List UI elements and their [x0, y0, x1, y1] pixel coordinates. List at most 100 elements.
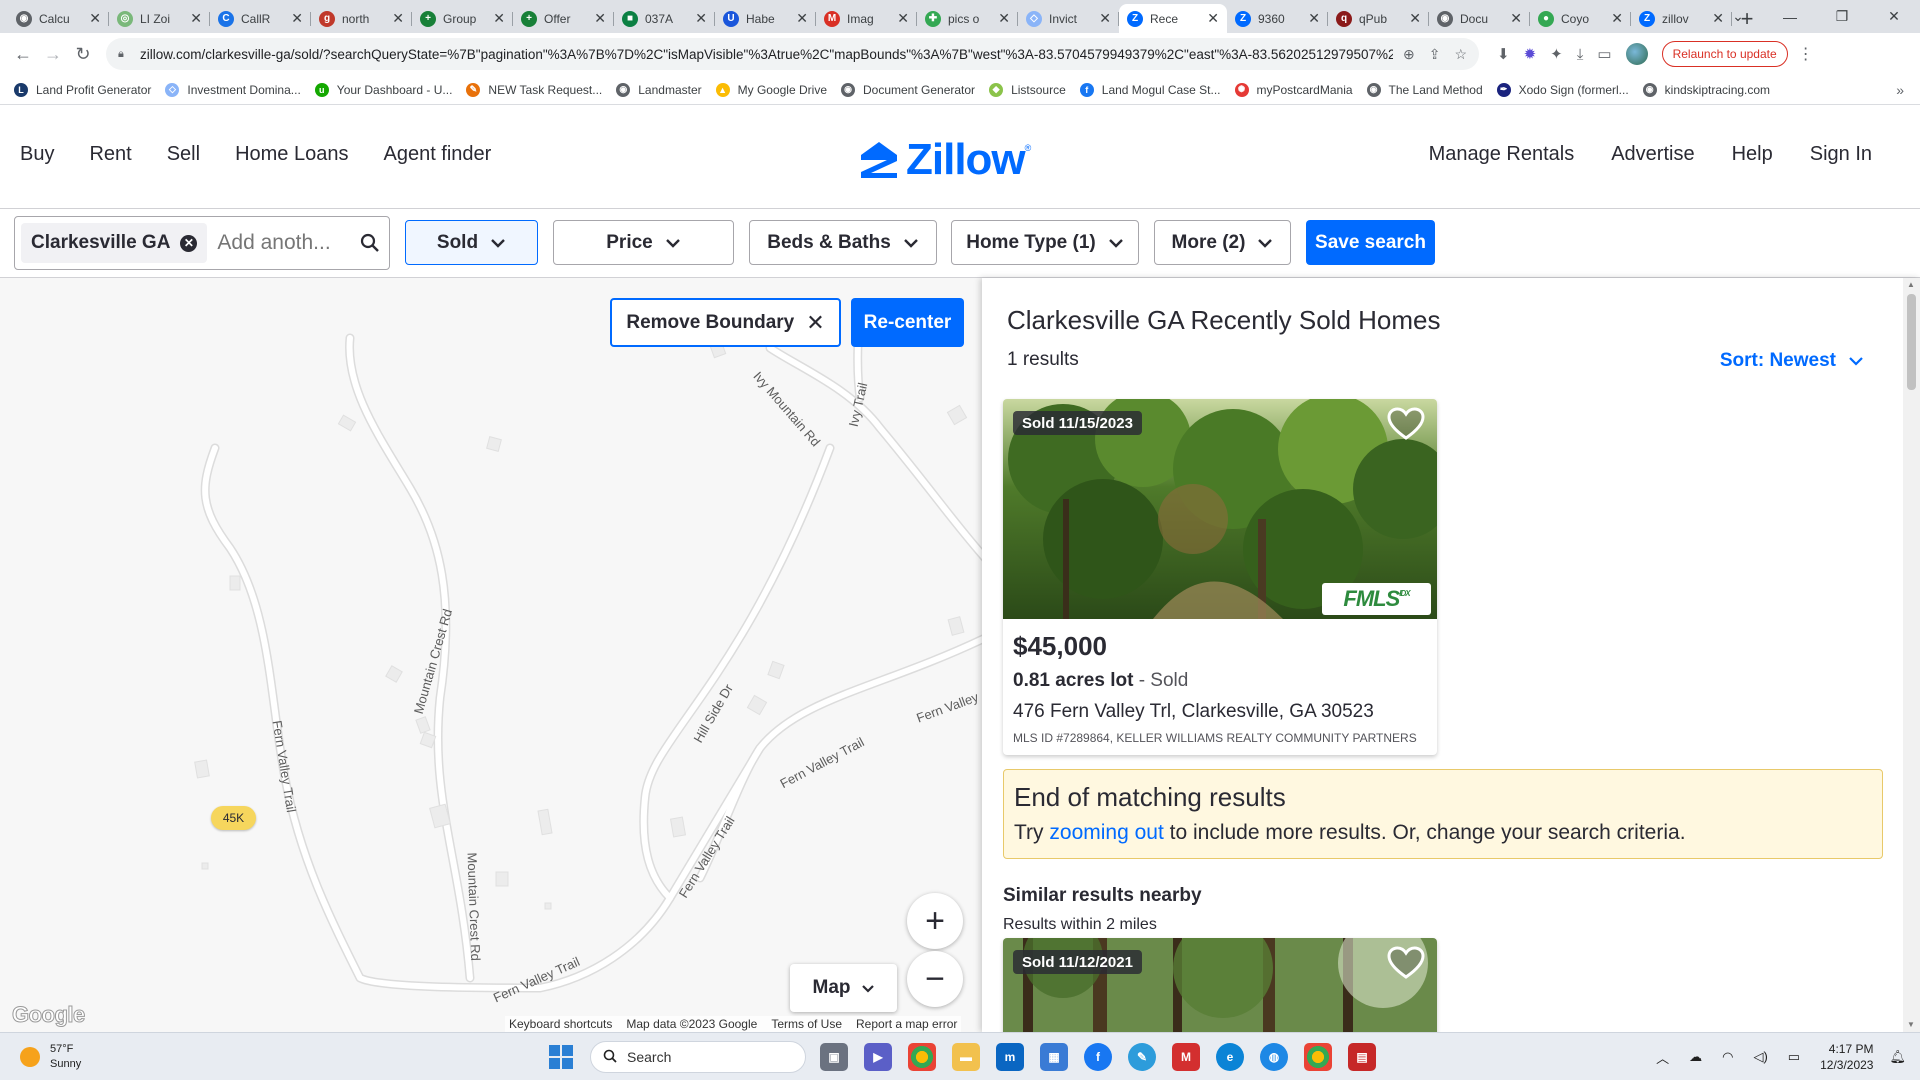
browser-tab[interactable]: + Group ✕: [412, 4, 513, 33]
close-tab-icon[interactable]: ✕: [695, 10, 707, 27]
bookmark-item[interactable]: f Land Mogul Case St...: [1079, 82, 1221, 97]
bookmark-item[interactable]: ✎ NEW Task Request...: [466, 82, 602, 97]
browser-tab[interactable]: U Habe ✕: [715, 4, 816, 33]
nav-link[interactable]: Home Loans: [235, 143, 348, 166]
taskbar-search[interactable]: Search: [590, 1041, 806, 1073]
tab-search-icon[interactable]: ⌄: [1712, 0, 1764, 33]
listing-address[interactable]: 476 Fern Valley Trl, Clarkesville, GA 30…: [1013, 701, 1427, 723]
zoom-out-link[interactable]: zooming out: [1049, 821, 1163, 844]
sort-dropdown[interactable]: Sort: Newest: [1720, 350, 1864, 372]
map-footer-link[interactable]: Terms of Use: [771, 1017, 842, 1031]
notification-bell-icon[interactable]: 🔔︎: [1889, 1049, 1906, 1065]
file-explorer-icon[interactable]: ▬: [952, 1043, 980, 1071]
recenter-button[interactable]: Re-center: [851, 298, 964, 347]
similar-listing-card[interactable]: Sold 11/12/2021: [1003, 938, 1437, 1032]
close-tab-icon[interactable]: ✕: [190, 10, 202, 27]
similar-listing-photo[interactable]: Sold 11/12/2021: [1003, 938, 1437, 1032]
app-icon[interactable]: ✎: [1128, 1043, 1156, 1071]
bookmark-item[interactable]: ◆ Listsource: [989, 82, 1066, 97]
downloads-icon[interactable]: ⤓: [1577, 46, 1584, 63]
browser-tab[interactable]: M Imag ✕: [816, 4, 917, 33]
close-tab-icon[interactable]: ✕: [897, 10, 909, 27]
mcafee-icon[interactable]: M: [1172, 1043, 1200, 1071]
close-tab-icon[interactable]: ✕: [1611, 10, 1623, 27]
save-home-heart-icon[interactable]: [1387, 407, 1425, 446]
chrome-menu-icon[interactable]: ⋮: [1798, 44, 1814, 64]
maximize-button[interactable]: ❐: [1816, 0, 1868, 33]
search-icon[interactable]: [357, 233, 383, 253]
address-bar[interactable]: 🔒︎ zillow.com/clarkesville-ga/sold/?sear…: [106, 38, 1479, 70]
reload-button[interactable]: ↻: [68, 39, 98, 69]
bookmark-item[interactable]: u Your Dashboard - U...: [314, 82, 452, 97]
beds-baths-filter-button[interactable]: Beds & Baths: [749, 220, 937, 265]
teams-chat-icon[interactable]: ▶: [864, 1043, 892, 1071]
listing-photo[interactable]: Sold 11/15/2023 FMLS IDX: [1003, 399, 1437, 619]
volume-icon[interactable]: ◁): [1753, 1049, 1767, 1065]
bookmark-item[interactable]: ◉ kindskiptracing.com: [1642, 82, 1770, 97]
profile-avatar[interactable]: [1625, 43, 1648, 65]
bookmark-item[interactable]: ◉ The Land Method: [1366, 82, 1483, 97]
task-view-icon[interactable]: ▣: [820, 1043, 848, 1071]
extension-download-icon[interactable]: ⬇: [1497, 45, 1510, 63]
map-type-button[interactable]: Map: [790, 964, 897, 1012]
close-tab-icon[interactable]: ✕: [1308, 10, 1320, 27]
nav-link[interactable]: Rent: [89, 143, 131, 166]
nav-link[interactable]: Agent finder: [383, 143, 491, 166]
close-tab-icon[interactable]: ✕: [392, 10, 404, 27]
close-tab-icon[interactable]: ✕: [594, 10, 606, 27]
extensions-puzzle-icon[interactable]: ✦: [1550, 45, 1563, 63]
edge-icon[interactable]: e: [1216, 1043, 1244, 1071]
save-home-heart-icon[interactable]: [1387, 946, 1425, 985]
close-tab-icon[interactable]: ✕: [89, 10, 101, 27]
bookmarks-overflow-icon[interactable]: »: [1896, 82, 1904, 98]
browser-tab[interactable]: g north ✕: [311, 4, 412, 33]
share-icon[interactable]: ⇪: [1429, 46, 1441, 63]
price-filter-button[interactable]: Price: [553, 220, 734, 265]
clock[interactable]: 4:17 PM 12/3/2023: [1820, 1041, 1873, 1073]
price-pin[interactable]: 45K: [211, 806, 256, 830]
bookmark-item[interactable]: ◇ Investment Domina...: [165, 82, 301, 97]
weather-widget[interactable]: 57°F Sunny: [20, 1042, 81, 1072]
browser-tab[interactable]: Z 9360 ✕: [1227, 4, 1328, 33]
more-filter-button[interactable]: More (2): [1154, 220, 1291, 265]
facebook-icon[interactable]: f: [1084, 1043, 1112, 1071]
browser-tab[interactable]: ◉ Calcu ✕: [8, 4, 109, 33]
close-tab-icon[interactable]: ✕: [1510, 10, 1522, 27]
remove-chip-icon[interactable]: ✕: [180, 234, 198, 252]
scroll-up-arrow-icon[interactable]: ▲: [1907, 280, 1915, 289]
close-tab-icon[interactable]: ✕: [493, 10, 505, 27]
browser-tab[interactable]: + Offer ✕: [513, 4, 614, 33]
nav-link[interactable]: Advertise: [1611, 143, 1694, 166]
close-tab-icon[interactable]: ✕: [1099, 10, 1111, 27]
back-button[interactable]: ←: [8, 39, 38, 69]
chrome-icon[interactable]: [908, 1043, 936, 1071]
wifi-icon[interactable]: ◠: [1722, 1049, 1733, 1065]
zoom-in-button[interactable]: +: [907, 893, 963, 949]
nav-link[interactable]: Sell: [167, 143, 200, 166]
location-search[interactable]: Clarkesville GA ✕ Add anoth...: [14, 216, 390, 270]
map-view[interactable]: Ivy Mountain Rd Ivy Trail Mountain Crest…: [0, 278, 982, 1032]
browser-tab[interactable]: Z Rece ✕: [1119, 4, 1227, 33]
browser-tab[interactable]: ● Coyo ✕: [1530, 4, 1631, 33]
zillow-logo[interactable]: Zillow ®: [858, 135, 1031, 185]
zoom-icon[interactable]: ⊕: [1403, 46, 1415, 63]
nav-link[interactable]: Manage Rentals: [1429, 143, 1575, 166]
bookmark-item[interactable]: L Land Profit Generator: [14, 82, 151, 97]
battery-icon[interactable]: ▭: [1788, 1049, 1800, 1065]
nav-link[interactable]: Help: [1732, 143, 1773, 166]
minimize-button[interactable]: —: [1764, 0, 1816, 33]
bookmark-item[interactable]: ◉ Landmaster: [616, 82, 702, 97]
map-footer-link[interactable]: Report a map error: [856, 1017, 957, 1031]
browser-tab[interactable]: ■ 037A ✕: [614, 4, 715, 33]
chrome-profile-icon[interactable]: [1304, 1043, 1332, 1071]
close-tab-icon[interactable]: ✕: [1207, 10, 1219, 27]
bookmark-item[interactable]: ◉ Document Generator: [841, 82, 975, 97]
listing-card[interactable]: Sold 11/15/2023 FMLS IDX $45,000 0.81 acr…: [1003, 399, 1437, 755]
side-panel-icon[interactable]: ▭: [1597, 45, 1611, 63]
bookmark-item[interactable]: ✒ Xodo Sign (formerl...: [1496, 82, 1629, 97]
close-tab-icon[interactable]: ✕: [291, 10, 303, 27]
globe-app-icon[interactable]: ◍: [1260, 1043, 1288, 1071]
browser-tab[interactable]: ◇ Invict ✕: [1018, 4, 1119, 33]
bookmark-item[interactable]: ▲ My Google Drive: [715, 82, 827, 97]
browser-tab[interactable]: q qPub ✕: [1328, 4, 1429, 33]
